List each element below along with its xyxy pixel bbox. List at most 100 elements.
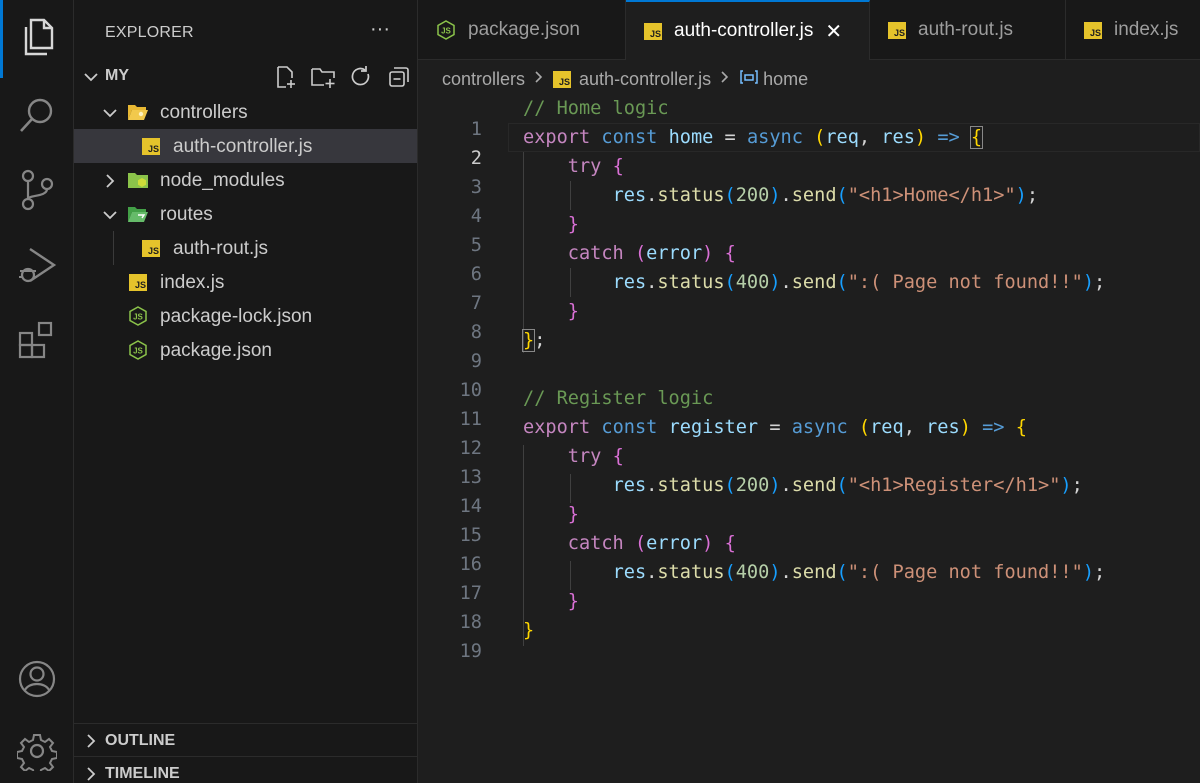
workspace-root-label: MY [105,67,129,84]
tree-file-auth-controller[interactable]: JS auth-controller.js [74,129,417,163]
chevron-right-icon [533,70,545,89]
tree-file-package[interactable]: JS package.json [74,333,417,367]
editor-tabs: JS package.json JS auth-controller.js ✕ … [418,0,1200,60]
files-icon[interactable] [14,15,60,61]
refresh-icon[interactable] [347,64,375,90]
json-file-icon: JS [127,306,149,326]
tree-label: routes [160,204,213,225]
code-line: 15 } [418,500,1200,546]
code-token: req [870,417,904,438]
code-string: ":( Page not found!!" [847,272,1083,293]
tab-auth-rout[interactable]: JS auth-rout.js [870,0,1066,60]
js-file-icon: JS [140,137,162,155]
code-line: 19 } [418,616,1200,662]
code-token: 400 [735,272,770,293]
code-token: catch [567,533,624,554]
svg-text:JS: JS [441,27,451,36]
tree-file-index[interactable]: JS index.js [74,265,417,299]
explorer-sidebar: EXPLORER ··· MY controllers JS auth-cont… [74,0,418,783]
chevron-right-icon [82,732,100,755]
code-token: send [791,475,837,496]
settings-gear-icon[interactable] [14,728,60,774]
code-string: "<h1>Register</h1>" [847,475,1061,496]
chevron-right-icon [82,765,100,783]
code-line: 1 // Home logic [418,94,1200,140]
activity-active-indicator [0,0,3,78]
code-editor[interactable]: 1 // Home logic 2 export const home = as… [418,94,1200,783]
explorer-title: EXPLORER [105,24,194,41]
account-icon[interactable] [14,656,60,702]
code-token: res [881,127,915,148]
code-token: res [612,272,647,293]
code-token: export [523,127,591,148]
code-token: home [668,127,714,148]
tree-label: controllers [160,102,248,123]
code-token: 200 [735,185,770,206]
symbol-variable-icon [739,69,759,90]
code-line: 12 export const register = async (req, r… [418,413,1200,459]
tree-label: auth-rout.js [173,238,269,259]
code-token: status [657,475,725,496]
tab-package-json[interactable]: JS package.json [418,0,626,60]
code-token: async [746,127,803,148]
json-file-icon: JS [436,20,456,40]
tree-file-auth-rout[interactable]: JS auth-rout.js [74,231,417,265]
tree-folder-controllers[interactable]: controllers [74,95,417,129]
code-token: 400 [735,562,770,583]
chevron-down-icon [82,68,100,91]
code-token: res [926,417,960,438]
code-token: async [791,417,848,438]
tab-label: index.js [1114,19,1179,40]
code-comment: // Home logic [523,98,669,119]
code-token: try [567,156,602,177]
breadcrumb: controllers JS auth-controller.js home [442,66,808,92]
workspace-root[interactable]: MY [74,60,417,94]
code-token: error [646,533,703,554]
tab-index[interactable]: JS index.js [1066,0,1200,60]
breadcrumb-symbol[interactable]: home [763,69,808,90]
code-token: res [612,185,647,206]
search-icon[interactable] [14,92,60,138]
js-file-icon: JS [644,22,662,40]
more-actions-icon[interactable]: ··· [370,18,390,41]
chevron-down-icon [101,104,119,127]
tree-label: node_modules [160,170,285,191]
code-token: status [657,272,725,293]
code-token: catch [567,243,624,264]
breadcrumb-folder[interactable]: controllers [442,69,525,90]
new-folder-icon[interactable] [309,64,337,90]
outline-label: OUTLINE [105,732,176,749]
json-file-icon: JS [127,340,149,360]
close-icon[interactable]: ✕ [825,19,842,44]
tree-folder-node-modules[interactable]: node_modules [74,163,417,197]
tree-file-package-lock[interactable]: JS package-lock.json [74,299,417,333]
new-file-icon[interactable] [271,64,299,90]
code-token: req [825,127,859,148]
activity-bar [0,0,74,783]
collapse-all-icon[interactable] [385,64,413,90]
code-line: 18 } [418,587,1200,633]
code-token: try [567,446,602,467]
code-token: 200 [735,475,770,496]
outline-panel-header[interactable]: OUTLINE [74,723,417,756]
extensions-icon[interactable] [14,316,60,362]
tree-folder-routes[interactable]: routes [74,197,417,231]
breadcrumb-file[interactable]: auth-controller.js [579,69,711,90]
js-file-icon: JS [553,70,572,88]
code-line: 17 res.status(400).send(":( Page not fou… [418,558,1200,604]
code-token: res [612,475,647,496]
code-line: 4 res.status(200).send("<h1>Home</h1>"); [418,181,1200,227]
chevron-down-icon [101,206,119,229]
source-control-icon[interactable] [14,167,60,213]
code-line: 7 res.status(400).send(":( Page not foun… [418,268,1200,314]
code-token: res [612,562,647,583]
tab-auth-controller[interactable]: JS auth-controller.js ✕ [626,0,870,60]
timeline-panel-header[interactable]: TIMELINE [74,756,417,783]
run-debug-icon[interactable] [14,242,60,288]
js-file-icon: JS [140,239,162,257]
code-line: 16 catch (error) { [418,529,1200,575]
timeline-label: TIMELINE [105,765,180,782]
code-token: status [657,562,725,583]
code-token: send [791,272,837,293]
routes-folder-icon [127,205,149,223]
